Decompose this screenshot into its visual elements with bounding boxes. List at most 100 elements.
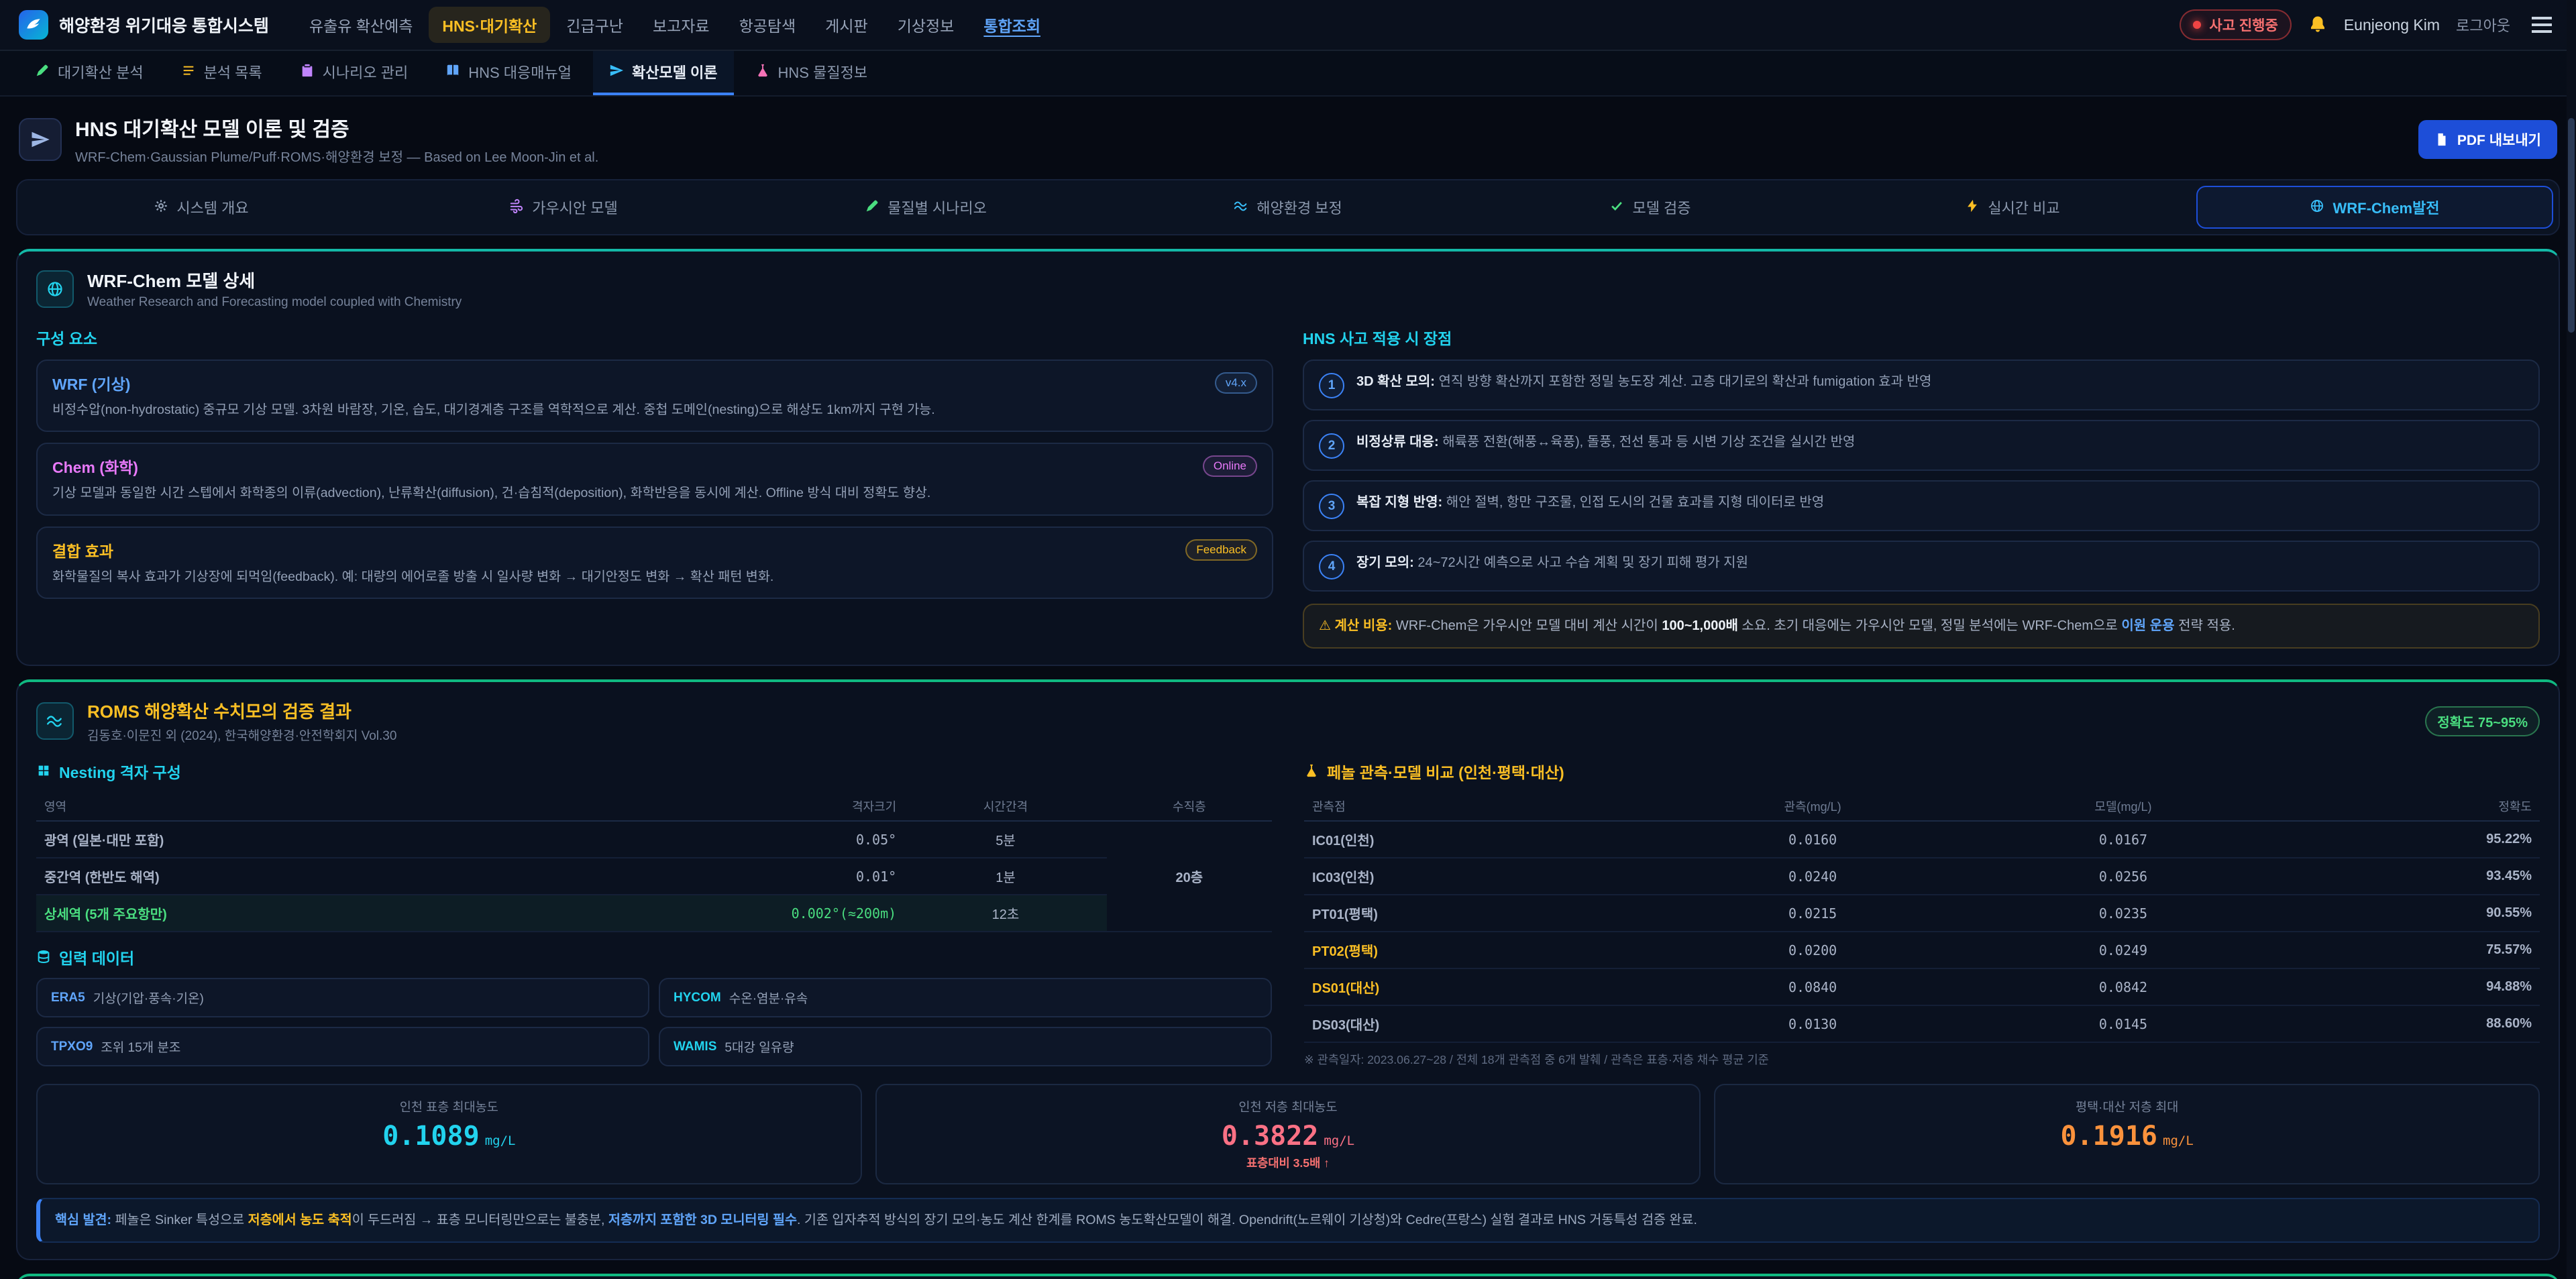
column-header: 관측점 (1304, 792, 1658, 821)
globe-icon (36, 270, 74, 308)
tab-model-validation[interactable]: 모델 검증 (1472, 186, 1829, 229)
subnav-hns-manual[interactable]: HNS 대응매뉴얼 (429, 51, 588, 95)
discharge-section: 지역별 해양산업시설 폐수 방류 현황 (10년 평균) 울산 414,620 … (16, 1274, 2560, 1279)
brand[interactable]: 해양환경 위기대응 통합시스템 (19, 10, 269, 40)
stat-value: 0.1089 (382, 1121, 480, 1152)
tab-label: 가우시안 모델 (532, 197, 618, 218)
accuracy-value: 75.57% (2278, 932, 2540, 968)
subnav-model-theory[interactable]: 확산모델 이론 (593, 51, 734, 95)
nav-item-weather[interactable]: 기상정보 (884, 7, 968, 43)
observed-value: 0.0130 (1658, 1005, 1968, 1042)
concentration-stats-row: 인천 표층 최대농도 0.1089mg/L 인천 저층 최대농도 0.3822m… (36, 1084, 2540, 1184)
nav-item-hns-dispersion[interactable]: HNS·대기확산 (429, 7, 550, 43)
accuracy-value: 90.55% (2278, 895, 2540, 932)
tab-system-overview[interactable]: 시스템 개요 (23, 186, 380, 229)
column-header: 모델(mg/L) (1968, 792, 2279, 821)
input-desc: 조위 15개 분조 (101, 1038, 180, 1056)
advantage-desc: 해륙풍 전환(해풍↔육풍), 돌풍, 전선 통과 등 시변 기상 조건을 실시간… (1442, 435, 1855, 449)
station: PT01(평택) (1304, 895, 1658, 932)
advantage-item: 2 비정상류 대응: 해륙풍 전환(해풍↔육풍), 돌풍, 전선 통과 등 시변… (1303, 420, 2540, 471)
nesting-area: 중간역 (한반도 해역) (36, 858, 500, 895)
input-desc: 5대강 일유량 (724, 1038, 794, 1056)
phenol-row-highlight: PT02(평택) 0.0200 0.0249 75.57% (1304, 932, 2540, 968)
roms-title: ROMS 해양확산 수치모의 검증 결과 (87, 698, 396, 723)
incident-label: 사고 진행중 (2209, 15, 2277, 35)
scrollbar-thumb[interactable] (2568, 118, 2575, 333)
model-value: 0.0249 (1968, 932, 2279, 968)
nav-item-rescue[interactable]: 긴급구난 (553, 7, 637, 43)
phenol-table-note: ※ 관측일자: 2023.06.27~28 / 전체 18개 관측점 중 6개 … (1304, 1051, 2540, 1068)
stat-incheon-surface-max: 인천 표층 최대농도 0.1089mg/L (36, 1084, 862, 1184)
advantage-title: 비정상류 대응: (1356, 435, 1439, 449)
notifications-bell-icon[interactable] (2308, 15, 2328, 35)
subnav-hns-substance-info[interactable]: HNS 물질정보 (739, 51, 884, 95)
nesting-area: 상세역 (5개 주요항만) (36, 895, 500, 932)
stat-unit: mg/L (1324, 1133, 1354, 1148)
nav-item-oil-spill[interactable]: 유출유 확산예측 (296, 7, 427, 43)
station: IC01(인천) (1304, 821, 1658, 858)
nesting-heading: Nesting 격자 구성 (59, 760, 181, 783)
nesting-time-step: 1분 (904, 858, 1107, 895)
cost-note-label: 계산 비용: (1335, 618, 1393, 633)
input-tag: HYCOM (674, 991, 721, 1005)
model-value: 0.0842 (1968, 968, 2279, 1005)
inputs-heading: 입력 데이터 (59, 946, 134, 968)
component-title: Chem (화학) (52, 455, 138, 478)
nav-item-aerial-search[interactable]: 항공탐색 (726, 7, 810, 43)
pencil-icon (865, 199, 879, 216)
component-card-wrf: WRF (기상) v4.x 비정수압(non-hydrostatic) 중규모 … (36, 359, 1273, 432)
stat-incheon-bottom-max: 인천 저층 최대농도 0.3822mg/L 표층대비 3.5배 ↑ (875, 1084, 1701, 1184)
stat-unit: mg/L (2163, 1133, 2194, 1148)
nesting-table: 영역 격자크기 시간간격 수직층 광역 (일본·대만 포함) 0.05° 5분 (36, 792, 1272, 932)
accuracy-value: 94.88% (2278, 968, 2540, 1005)
document-icon (2434, 132, 2449, 147)
incident-status-badge[interactable]: 사고 진행중 (2180, 9, 2291, 40)
wrfchem-title: WRF-Chem 모델 상세 (87, 268, 462, 292)
nav-item-board[interactable]: 게시판 (812, 7, 881, 43)
check-icon (1609, 199, 1624, 216)
input-desc: 수온·염분·유속 (729, 989, 808, 1007)
advantage-number: 3 (1319, 494, 1344, 519)
menu-hamburger-icon[interactable] (2526, 11, 2557, 38)
advantage-title: 복잡 지형 반영: (1356, 495, 1442, 510)
component-title: WRF (기상) (52, 372, 130, 394)
vertical-layers-cell: 20층 (1107, 821, 1272, 932)
subnav-dispersion-analysis[interactable]: 대기확산 분석 (19, 51, 160, 95)
nesting-grid-size: 0.05° (500, 821, 904, 858)
advantage-text: 비정상류 대응: 해륙풍 전환(해풍↔육풍), 돌풍, 전선 통과 등 시변 기… (1356, 432, 1855, 452)
logout-button[interactable]: 로그아웃 (2456, 14, 2510, 36)
wind-icon (509, 199, 524, 216)
advantage-number: 1 (1319, 373, 1344, 398)
station: DS01(대산) (1304, 968, 1658, 1005)
subnav-label: 시나리오 관리 (323, 61, 409, 82)
observed-value: 0.0160 (1658, 821, 1968, 858)
nav-item-reports[interactable]: 보고자료 (639, 7, 723, 43)
tab-gaussian-model[interactable]: 가우시안 모델 (385, 186, 742, 229)
tab-realtime-comparison[interactable]: 실시간 비교 (1834, 186, 2191, 229)
observed-value: 0.0200 (1658, 932, 1968, 968)
phenol-row: IC01(인천) 0.0160 0.0167 95.22% (1304, 821, 2540, 858)
tab-marine-correction[interactable]: 해양환경 보정 (1110, 186, 1466, 229)
nav-item-integrated-search[interactable]: 통합조회 (970, 7, 1054, 43)
stat-value: 0.1916 (2061, 1121, 2158, 1152)
topbar-right: 사고 진행중 Eunjeong Kim 로그아웃 (2180, 9, 2557, 40)
advantage-number: 4 (1319, 554, 1344, 579)
nesting-row: 광역 (일본·대만 포함) 0.05° 5분 20층 (36, 821, 1272, 858)
subnav-label: HNS 물질정보 (778, 61, 868, 82)
stat-label: 인천 표층 최대농도 (50, 1097, 849, 1115)
subnav-label: 대기확산 분석 (58, 61, 144, 82)
plane-icon (609, 63, 624, 80)
nesting-row-detail: 상세역 (5개 주요항만) 0.002°(≈200m) 12초 (36, 895, 1272, 932)
scrollbar[interactable] (2567, 0, 2576, 1279)
component-desc: 화학물질의 복사 효과가 기상장에 되먹임(feedback). 예: 대량의 … (52, 567, 1257, 587)
tab-substance-scenarios[interactable]: 물질별 시나리오 (747, 186, 1104, 229)
tab-wrf-chem[interactable]: WRF-Chem발전 (2196, 186, 2553, 229)
phenol-column: 페놀 관측·모델 비교 (인천·평택·대산) 관측점 관측(mg/L) 모델(m… (1304, 757, 2540, 1068)
column-header: 영역 (36, 792, 500, 821)
subnav-analysis-list[interactable]: 분석 목록 (165, 51, 278, 95)
nesting-time-step: 12초 (904, 895, 1107, 932)
station: PT02(평택) (1304, 932, 1658, 968)
model-value: 0.0256 (1968, 858, 2279, 895)
subnav-scenario-management[interactable]: 시나리오 관리 (284, 51, 425, 95)
pdf-export-button[interactable]: PDF 내보내기 (2418, 120, 2557, 159)
